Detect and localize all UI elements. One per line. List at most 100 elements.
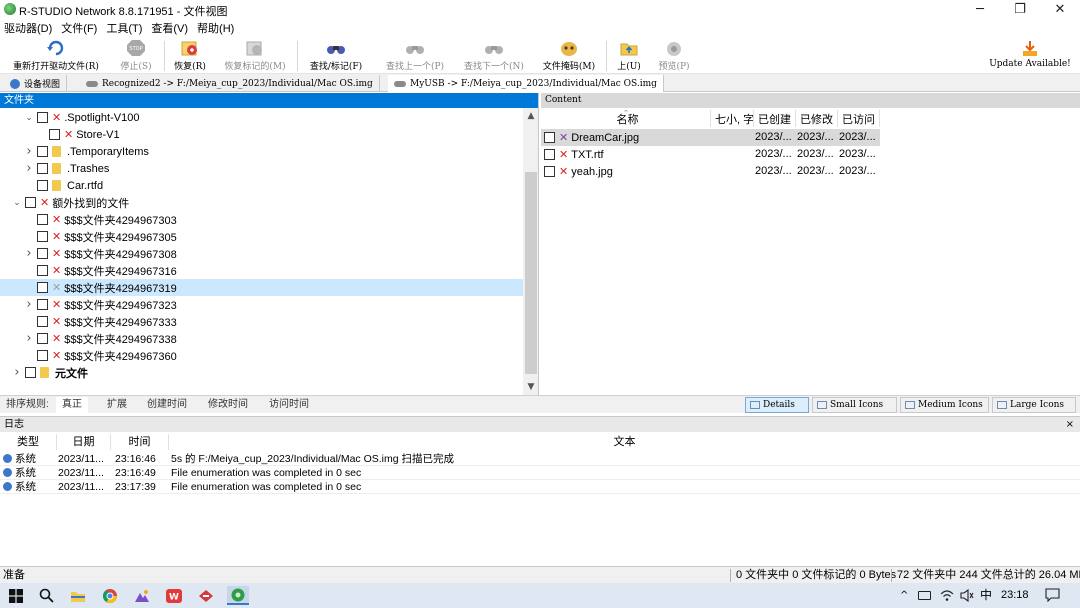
chevron-right-icon[interactable]: ›	[24, 297, 34, 312]
tree-checkbox[interactable]	[37, 282, 48, 293]
tree-checkbox[interactable]	[37, 248, 48, 259]
file-mask-button[interactable]: 文件掩码(M)	[540, 39, 598, 73]
chevron-right-icon[interactable]: ›	[24, 161, 34, 176]
taskbar-app-mountain[interactable]	[131, 586, 153, 605]
start-button[interactable]	[5, 586, 27, 605]
tree-row[interactable]: ✕ Store-V1	[0, 126, 523, 143]
tab-myusb[interactable]: MyUSB -> F:/Meiya_cup_2023/Individual/Ma…	[388, 75, 664, 92]
recover-button[interactable]: 恢复(R)	[170, 39, 210, 73]
search-button[interactable]	[35, 586, 57, 605]
tree-row[interactable]: Car.rtfd	[0, 177, 523, 194]
file-row[interactable]: ✕ TXT.rtf 2023/... 2023/... 2023/...	[541, 146, 880, 163]
ime-indicator[interactable]: 中	[980, 583, 992, 608]
column-header-accessed[interactable]: 已访问	[838, 110, 880, 127]
tree-row[interactable]: ✕ $$$文件夹4294967333	[0, 313, 523, 330]
chevron-right-icon[interactable]: ›	[24, 144, 34, 159]
find-mark-button[interactable]: 查找/标记(F)	[303, 39, 369, 73]
view-medium-icons-button[interactable]: Medium Icons	[900, 397, 989, 413]
tree-row[interactable]: ✕ $$$文件夹4294967316	[0, 262, 523, 279]
menu-drive[interactable]: 驱动器(D)	[4, 20, 52, 36]
tab-device-view[interactable]: 设备视图	[4, 75, 68, 92]
log-column-time[interactable]: 时间	[111, 434, 169, 450]
tree-row[interactable]: › ✕ $$$文件夹4294967308	[0, 245, 523, 262]
sort-extension[interactable]: 扩展	[101, 397, 133, 413]
chevron-right-icon[interactable]: ›	[24, 246, 34, 261]
file-checkbox[interactable]	[544, 132, 555, 143]
taskbar-wps[interactable]: W	[163, 586, 185, 605]
taskbar-r-studio[interactable]	[227, 586, 249, 605]
minimize-button[interactable]: ─	[960, 0, 1000, 19]
tree-checkbox[interactable]	[25, 367, 36, 378]
find-previous-button[interactable]: 查找上一个(P)	[380, 39, 450, 73]
log-column-date[interactable]: 日期	[57, 434, 111, 450]
chevron-down-icon[interactable]: ⌄	[24, 113, 34, 123]
tree-checkbox[interactable]	[37, 316, 48, 327]
taskbar-file-explorer[interactable]	[67, 586, 89, 605]
log-close-button[interactable]: ×	[1066, 417, 1074, 433]
menu-file[interactable]: 文件(F)	[61, 20, 97, 36]
file-checkbox[interactable]	[544, 149, 555, 160]
scroll-down-icon[interactable]: ▼	[523, 379, 538, 395]
tree-row[interactable]: › 元文件	[0, 364, 523, 381]
tab-recognized2[interactable]: Recognized2 -> F:/Meiya_cup_2023/Individ…	[80, 75, 380, 92]
taskbar-app-red[interactable]	[195, 586, 217, 605]
tree-row[interactable]: ✕ $$$文件夹4294967303	[0, 211, 523, 228]
chevron-down-icon[interactable]: ⌄	[12, 198, 22, 208]
tree-row[interactable]: ✕ $$$文件夹4294967319	[0, 279, 523, 296]
tree-checkbox[interactable]	[25, 197, 36, 208]
tree-row[interactable]: › ✕ $$$文件夹4294967323	[0, 296, 523, 313]
menu-help[interactable]: 帮助(H)	[197, 20, 234, 36]
log-row[interactable]: 系统 2023/11... 23:17:39 File enumeration was…	[0, 480, 1080, 494]
taskbar-chrome[interactable]	[99, 586, 121, 605]
column-header-size[interactable]: 七小, 字节	[711, 110, 754, 127]
column-header-modified[interactable]: 已修改	[796, 110, 838, 127]
restore-button[interactable]: ❐	[1000, 0, 1040, 19]
tree-row[interactable]: › .TemporaryItems	[0, 143, 523, 160]
close-button[interactable]: ✕	[1040, 0, 1080, 19]
view-large-icons-button[interactable]: Large Icons	[992, 397, 1076, 413]
tree-row[interactable]: › ✕ $$$文件夹4294967338	[0, 330, 523, 347]
recover-marked-button[interactable]: 恢复标记的(M)	[220, 39, 290, 73]
scrollbar-thumb[interactable]	[525, 172, 537, 374]
tree-checkbox[interactable]	[37, 299, 48, 310]
file-row[interactable]: ✕ yeah.jpg 2023/... 2023/... 2023/...	[541, 163, 880, 180]
tree-checkbox[interactable]	[37, 180, 48, 191]
view-small-icons-button[interactable]: Small Icons	[812, 397, 897, 413]
tree-row[interactable]: ⌄ ✕ .Spotlight-V100	[0, 109, 523, 126]
preview-button[interactable]: 预览(P)	[654, 39, 694, 73]
stop-button[interactable]: STOP 停止(S)	[116, 39, 156, 73]
menu-tools[interactable]: 工具(T)	[106, 20, 142, 36]
scroll-up-icon[interactable]: ▲	[523, 108, 538, 124]
tree-checkbox[interactable]	[37, 350, 48, 361]
menu-view[interactable]: 查看(V)	[151, 20, 188, 36]
tree-checkbox[interactable]	[49, 129, 60, 140]
reopen-drive-files-button[interactable]: 重新打开驱动文件(R)	[8, 39, 104, 73]
clock[interactable]: 23:18	[1001, 583, 1029, 608]
log-row[interactable]: 系统 2023/11... 23:16:49 File enumeration was…	[0, 466, 1080, 480]
column-header-created[interactable]: 已创建	[754, 110, 796, 127]
tree-checkbox[interactable]	[37, 265, 48, 276]
tree-checkbox[interactable]	[37, 231, 48, 242]
tree-checkbox[interactable]	[37, 214, 48, 225]
sort-modified[interactable]: 修改时间	[202, 397, 254, 413]
tree-row[interactable]: ✕ $$$文件夹4294967305	[0, 228, 523, 245]
battery-icon[interactable]	[918, 591, 931, 600]
file-checkbox[interactable]	[544, 166, 555, 177]
tree-checkbox[interactable]	[37, 146, 48, 157]
sort-created[interactable]: 创建时间	[141, 397, 193, 413]
log-row[interactable]: 系统 2023/11... 23:16:46 5s 的 F:/Meiya_cup_20…	[0, 452, 1080, 466]
wifi-icon[interactable]	[940, 589, 954, 605]
log-column-text[interactable]: 文本	[169, 434, 1080, 450]
tree-row[interactable]: › .Trashes	[0, 160, 523, 177]
up-button[interactable]: 上(U)	[612, 39, 646, 73]
tray-overflow-button[interactable]: ^	[900, 583, 908, 608]
view-details-button[interactable]: Details	[745, 397, 809, 413]
notification-icon[interactable]	[1045, 588, 1060, 605]
folder-tree-scrollbar[interactable]: ▲ ▼	[523, 108, 538, 395]
chevron-right-icon[interactable]: ›	[12, 365, 22, 380]
update-available-button[interactable]: Update Available!	[984, 39, 1076, 73]
sort-real[interactable]: 真正	[56, 397, 88, 413]
tree-row[interactable]: ⌄ ✕ 额外找到的文件	[0, 194, 523, 211]
tree-checkbox[interactable]	[37, 333, 48, 344]
log-column-type[interactable]: 类型	[0, 434, 57, 450]
